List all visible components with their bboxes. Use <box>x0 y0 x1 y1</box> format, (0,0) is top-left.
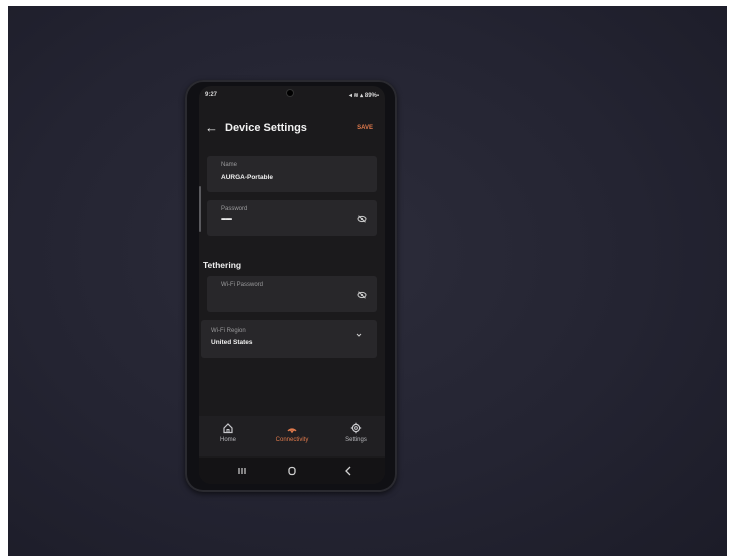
password-field[interactable]: Password •••••••• <box>207 200 377 236</box>
photo-backdrop: 9:27 ◂ ≋ ▴ 89%▪ ← Device Settings SAVE N… <box>8 6 727 556</box>
tethering-section-title: Tethering <box>203 260 242 270</box>
nav-item-connectivity[interactable]: Connectivity <box>266 422 318 443</box>
eye-off-icon[interactable] <box>357 215 367 223</box>
name-field-label: Name <box>221 162 238 168</box>
nav-label-home: Home <box>219 437 236 443</box>
arrow-left-icon[interactable]: ← <box>205 121 218 134</box>
password-field-value: •••••••• <box>221 216 232 223</box>
status-indicators: ◂ ≋ ▴ 89%▪ <box>348 92 379 99</box>
page-title: Device Settings <box>225 122 307 134</box>
scroll-indicator <box>199 186 201 232</box>
gear-icon <box>350 422 362 434</box>
bottom-nav: Home Connectivity Settings <box>199 416 385 456</box>
connectivity-icon <box>287 428 297 433</box>
recent-apps-icon[interactable] <box>235 465 249 477</box>
status-time: 9:27 <box>205 92 218 98</box>
save-button[interactable]: SAVE <box>357 125 373 131</box>
nav-item-home[interactable]: Home <box>203 422 253 443</box>
status-bar: 9:27 ◂ ≋ ▴ 89%▪ <box>205 89 379 101</box>
nav-label-connectivity: Connectivity <box>275 437 309 443</box>
name-field-value: AURGA-Portable <box>221 174 274 181</box>
chevron-down-icon[interactable] <box>355 332 363 338</box>
app-header: ← Device Settings SAVE <box>199 116 385 142</box>
password-field-label: Password <box>221 206 248 212</box>
back-button-icon[interactable] <box>341 465 355 477</box>
name-field[interactable]: Name AURGA-Portable <box>207 156 377 192</box>
home-button-icon[interactable] <box>285 465 299 477</box>
nav-label-settings: Settings <box>345 437 367 443</box>
wifi-password-field-label: Wi-Fi Password <box>221 282 264 288</box>
wifi-password-field[interactable]: Wi-Fi Password <box>207 276 377 312</box>
wifi-region-select[interactable]: Wi-Fi Region United States <box>201 320 377 358</box>
wifi-region-label: Wi-Fi Region <box>211 328 246 334</box>
wifi-region-value: United States <box>211 339 253 346</box>
system-nav-bar <box>199 458 385 484</box>
phone-device: 9:27 ◂ ≋ ▴ 89%▪ ← Device Settings SAVE N… <box>185 80 397 492</box>
home-icon <box>223 423 233 434</box>
nav-item-settings[interactable]: Settings <box>331 422 381 443</box>
phone-screen: 9:27 ◂ ≋ ▴ 89%▪ ← Device Settings SAVE N… <box>199 86 385 484</box>
eye-off-icon[interactable] <box>357 291 367 299</box>
